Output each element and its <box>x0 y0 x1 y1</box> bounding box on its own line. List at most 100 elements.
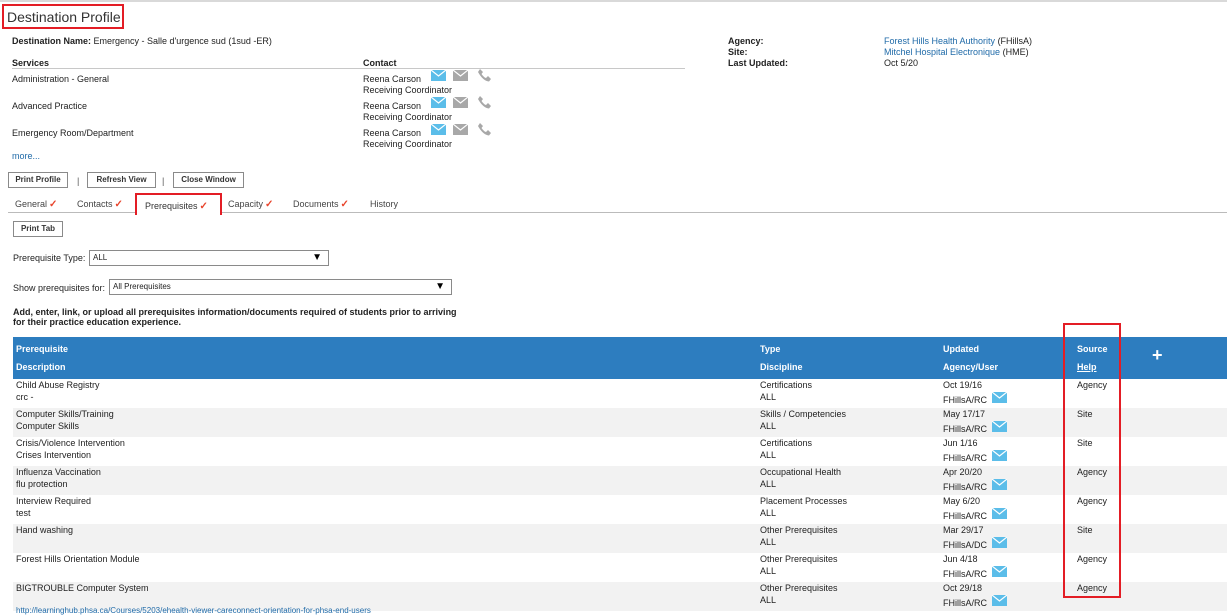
message-icon[interactable] <box>453 97 468 108</box>
tab-strip-line <box>8 212 135 213</box>
services-divider <box>12 68 685 69</box>
discipline-cell: ALL <box>760 392 777 402</box>
table-row[interactable] <box>13 408 1227 437</box>
prerequisite-type-select[interactable]: ALL ▼ <box>89 250 329 266</box>
col-updated: Updated <box>943 344 979 354</box>
prerequisite-cell: Interview Required <box>16 496 92 506</box>
agency-user-cell: FHillsA/RC <box>943 569 987 579</box>
service-name: Advanced Practice <box>12 101 88 111</box>
agency-user-cell: FHillsA/RC <box>943 482 987 492</box>
message-icon[interactable] <box>453 70 468 81</box>
agency-user-cell: FHillsA/RC <box>943 598 987 608</box>
email-icon[interactable] <box>431 97 446 108</box>
agency-link[interactable]: Forest Hills Health Authority <box>884 36 995 46</box>
check-icon: ✓ <box>114 199 123 210</box>
print-tab-button[interactable]: Print Tab <box>13 221 63 237</box>
type-cell: Certifications <box>760 380 813 390</box>
prerequisite-type-label: Prerequisite Type: <box>13 253 86 263</box>
agency-user-cell: FHillsA/DC <box>943 540 987 550</box>
description-cell: Crises Intervention <box>16 450 92 460</box>
destination-name-value: Emergency - Salle d'urgence sud (1sud -E… <box>93 36 272 46</box>
services-header: Services <box>12 58 50 68</box>
col-discipline: Discipline <box>760 362 803 372</box>
site-value: Mitchel Hospital Electronique (HME) <box>884 47 1029 57</box>
dropdown-arrow-icon: ▼ <box>435 281 445 292</box>
contact-role: Receiving Coordinator <box>363 112 453 122</box>
table-header <box>13 337 1227 379</box>
check-icon: ✓ <box>265 199 274 210</box>
email-icon[interactable] <box>431 70 446 81</box>
table-row[interactable] <box>13 379 1227 408</box>
table-row[interactable] <box>13 495 1227 524</box>
discipline-cell: ALL <box>760 479 777 489</box>
col-agency-user: Agency/User <box>943 362 999 372</box>
select-value: ALL <box>93 253 108 262</box>
tab-label: General <box>15 199 48 209</box>
tab-documents[interactable]: Documents ✓ <box>293 199 349 210</box>
tab-prerequisites[interactable]: Prerequisites ✓ <box>135 193 222 215</box>
type-cell: Skills / Competencies <box>760 409 847 419</box>
separator: | <box>77 176 80 186</box>
close-window-button[interactable]: Close Window <box>173 172 244 188</box>
service-name: Administration - General <box>12 74 110 84</box>
tab-label: Capacity <box>228 199 264 209</box>
updated-cell: Apr 20/20 <box>943 467 983 477</box>
site-label: Site: <box>728 47 748 57</box>
instructions-line-1: Add, enter, link, or upload all prerequi… <box>13 307 457 317</box>
separator: | <box>162 176 165 186</box>
top-border <box>0 0 1227 2</box>
email-icon[interactable] <box>992 450 1007 461</box>
discipline-cell: ALL <box>760 421 777 431</box>
tab-contacts[interactable]: Contacts ✓ <box>77 199 123 210</box>
tab-history[interactable]: History <box>370 199 398 209</box>
table-row[interactable] <box>13 466 1227 495</box>
description-cell: flu protection <box>16 479 68 489</box>
prerequisite-cell: Child Abuse Registry <box>16 380 100 390</box>
type-cell: Other Prerequisites <box>760 525 838 535</box>
service-name: Emergency Room/Department <box>12 128 134 138</box>
table-row[interactable] <box>13 553 1227 582</box>
tab-general[interactable]: General ✓ <box>15 199 57 210</box>
tab-capacity[interactable]: Capacity ✓ <box>228 199 273 210</box>
contact-header: Contact <box>363 58 397 68</box>
show-prerequisites-select[interactable]: All Prerequisites ▼ <box>109 279 452 295</box>
contact-name: Reena Carson <box>363 128 422 138</box>
tab-label: Prerequisites <box>145 201 198 211</box>
bottom-url-link[interactable]: http://learninghub.phsa.ca/Courses/5203/… <box>16 606 371 615</box>
add-prerequisite-icon[interactable]: + <box>1152 345 1163 366</box>
agency-code: (FHillsA) <box>997 36 1033 46</box>
email-icon[interactable] <box>992 479 1007 490</box>
updated-cell: May 17/17 <box>943 409 986 419</box>
destination-name: Destination Name: Emergency - Salle d'ur… <box>12 36 272 46</box>
message-icon[interactable] <box>453 124 468 135</box>
email-icon[interactable] <box>992 566 1007 577</box>
print-profile-button[interactable]: Print Profile <box>8 172 68 188</box>
email-icon[interactable] <box>992 537 1007 548</box>
email-icon[interactable] <box>992 392 1007 403</box>
type-cell: Certifications <box>760 438 813 448</box>
type-cell: Other Prerequisites <box>760 554 838 564</box>
email-icon[interactable] <box>992 508 1007 519</box>
refresh-view-button[interactable]: Refresh View <box>87 172 156 188</box>
table-row[interactable] <box>13 437 1227 466</box>
table-row[interactable] <box>13 524 1227 553</box>
site-link[interactable]: Mitchel Hospital Electronique <box>884 47 1000 57</box>
updated-cell: Mar 29/17 <box>943 525 984 535</box>
prerequisite-cell: Computer Skills/Training <box>16 409 114 419</box>
phone-icon[interactable] <box>477 95 491 109</box>
discipline-cell: ALL <box>760 508 777 518</box>
tab-label: History <box>370 199 399 209</box>
more-services-link[interactable]: more... <box>12 151 40 161</box>
agency-value: Forest Hills Health Authority (FHillsA) <box>884 36 1032 46</box>
email-icon[interactable] <box>992 595 1007 606</box>
agency-label: Agency: <box>728 36 764 46</box>
page-title: Destination Profile <box>2 4 124 29</box>
contact-role: Receiving Coordinator <box>363 85 453 95</box>
phone-icon[interactable] <box>477 68 491 82</box>
email-icon[interactable] <box>992 421 1007 432</box>
description-cell: Computer Skills <box>16 421 80 431</box>
email-icon[interactable] <box>431 124 446 135</box>
phone-icon[interactable] <box>477 122 491 136</box>
instructions-line-2: for their practice education experience. <box>13 317 182 327</box>
agency-user-cell: FHillsA/RC <box>943 395 987 405</box>
